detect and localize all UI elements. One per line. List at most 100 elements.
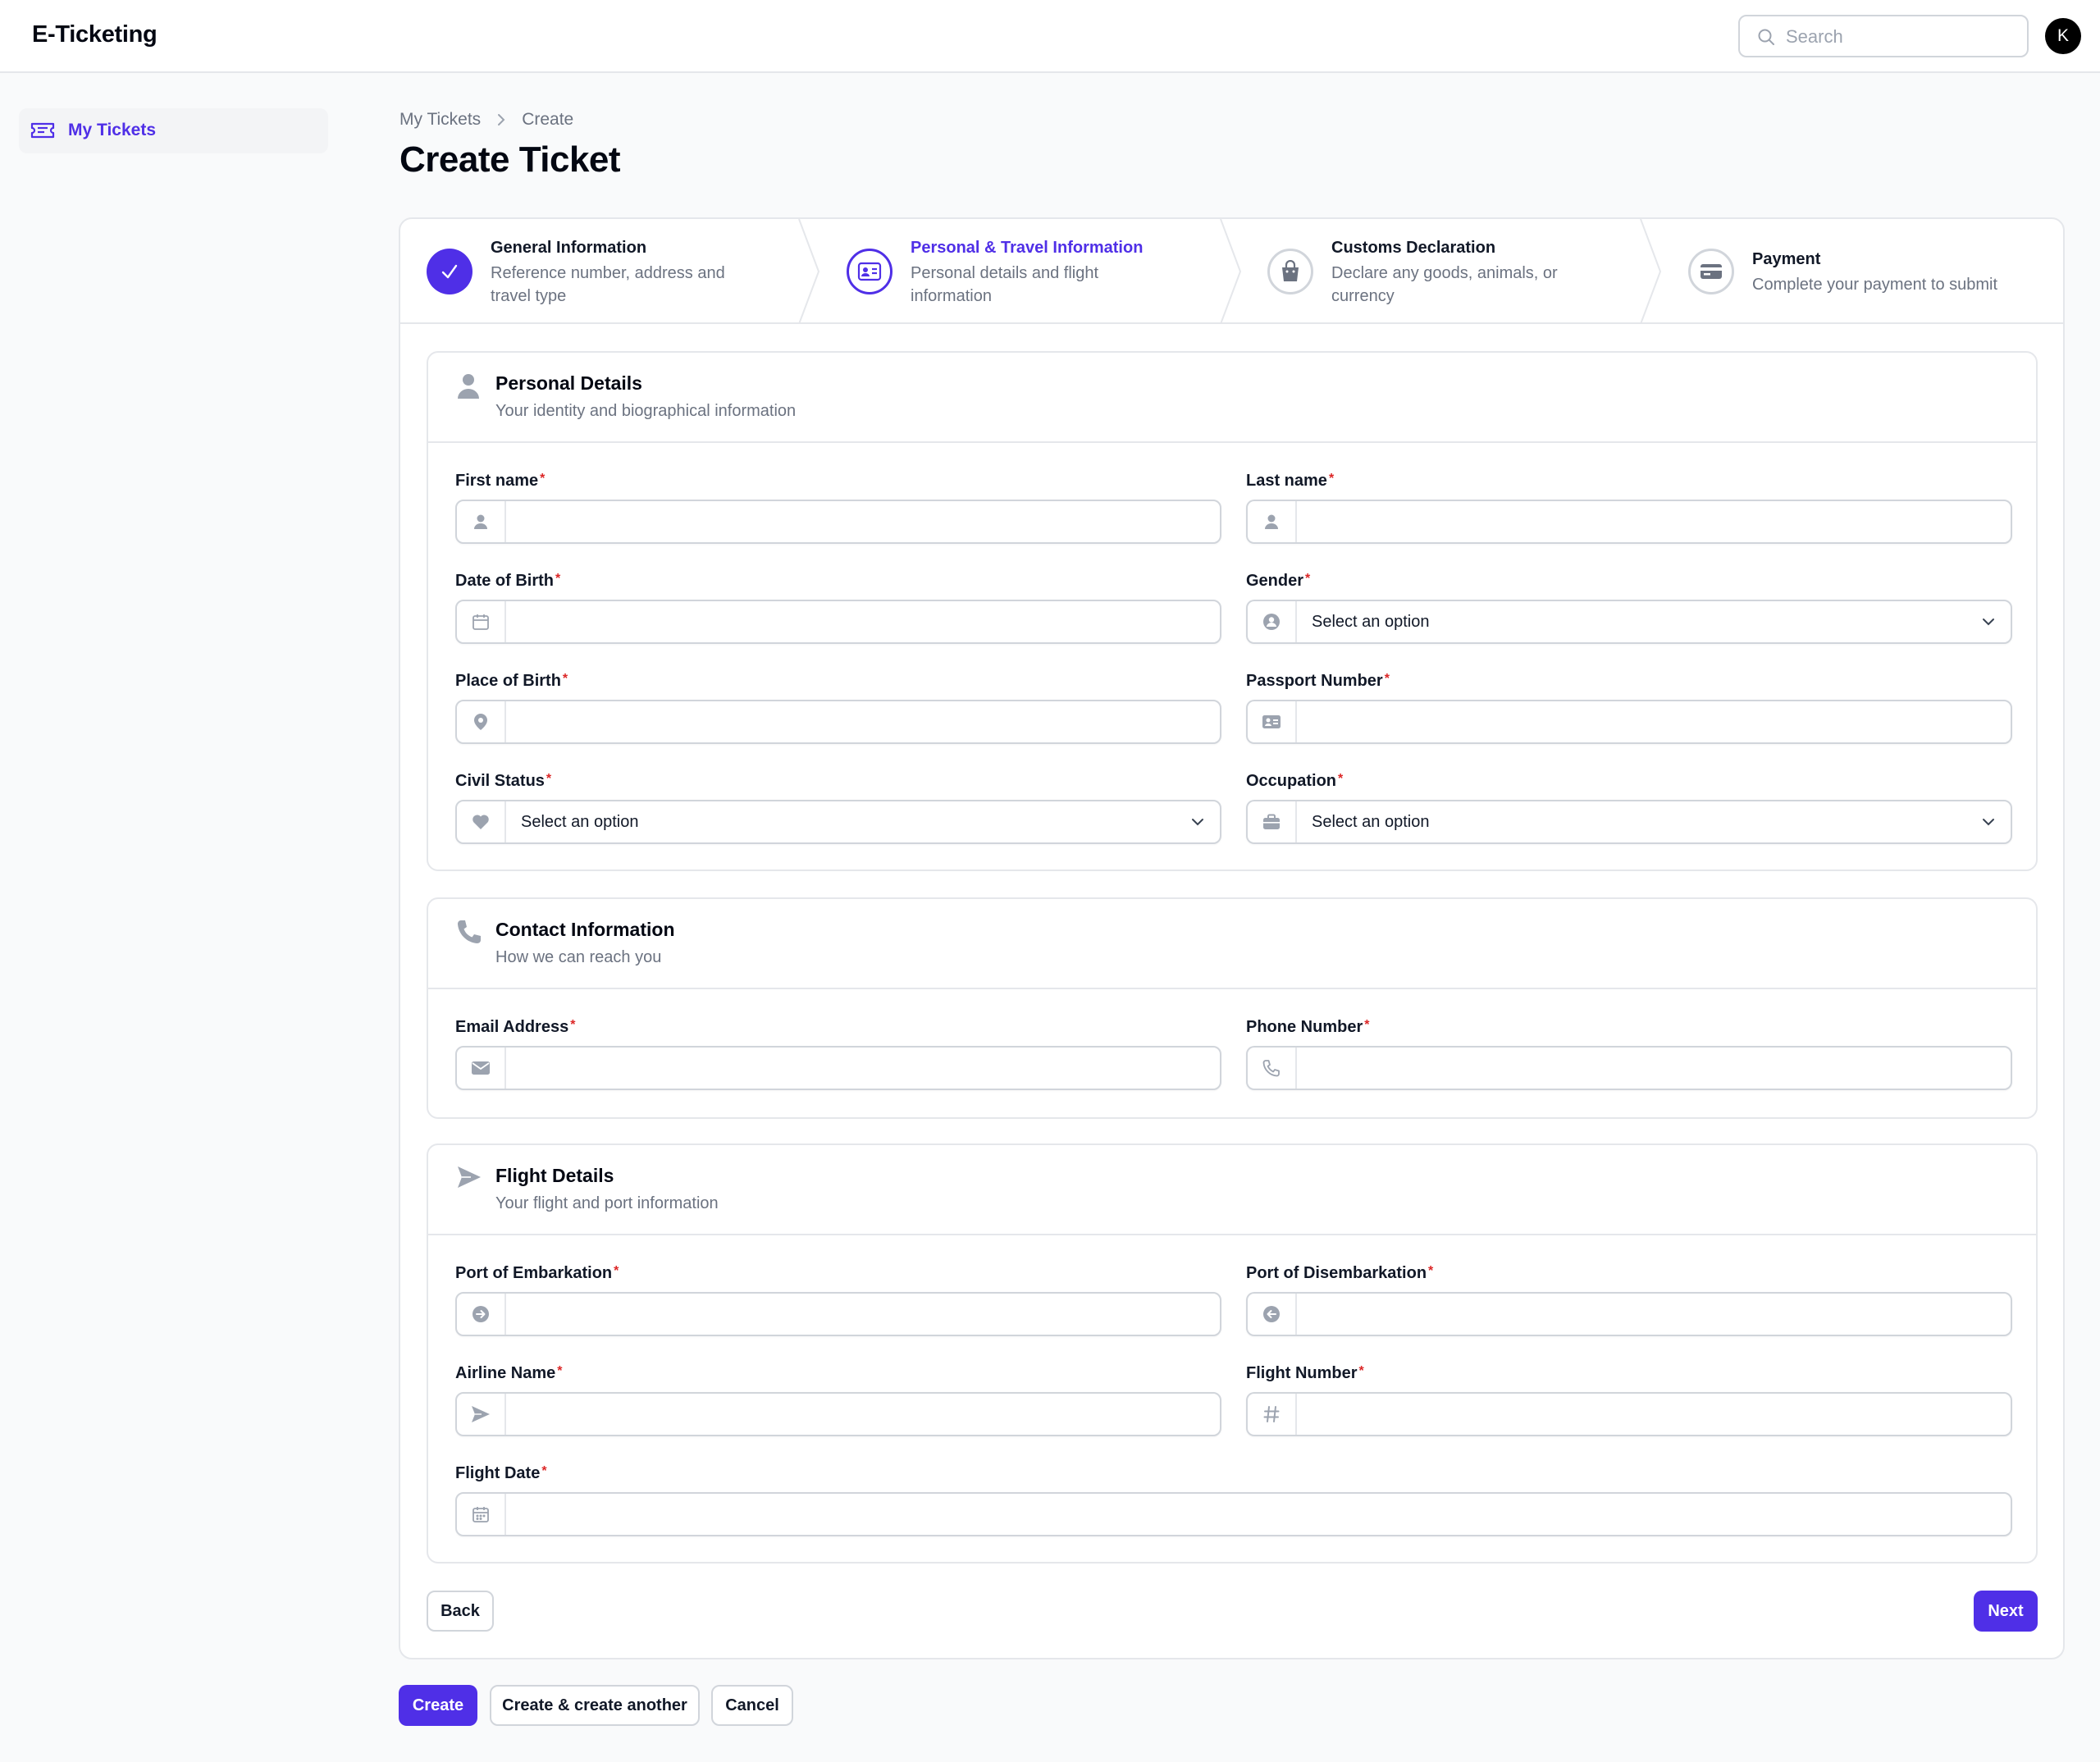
breadcrumb-my-tickets[interactable]: My Tickets bbox=[399, 110, 481, 130]
search-box[interactable] bbox=[1738, 15, 2029, 57]
step-description: Declare any goods, animals, or currency bbox=[1331, 264, 1558, 305]
sidebar-item-my-tickets[interactable]: My Tickets bbox=[19, 108, 328, 153]
create-and-create-another-button[interactable]: Create & create another bbox=[490, 1685, 700, 1726]
place-of-birth-field: Place of Birth * bbox=[455, 672, 1221, 746]
section-subtitle: Your flight and port information bbox=[495, 1194, 719, 1212]
arrow-right-circle-icon bbox=[472, 1306, 489, 1322]
chevron-down-icon bbox=[1983, 619, 1994, 626]
breadcrumb-create: Create bbox=[522, 110, 574, 129]
user-avatar[interactable]: K bbox=[2045, 18, 2081, 54]
first-name-input[interactable] bbox=[455, 500, 1221, 544]
envelope-icon bbox=[472, 1061, 490, 1075]
step-customs-declaration[interactable]: Customs Declaration Declare any goods, a… bbox=[1241, 219, 1661, 324]
create-button[interactable]: Create bbox=[399, 1685, 477, 1726]
calendar-days-icon bbox=[472, 1507, 489, 1522]
personal-details-section: Personal Details Your identity and biogr… bbox=[427, 351, 2038, 871]
step-separator bbox=[1640, 219, 1662, 324]
arrow-left-circle-icon bbox=[1263, 1306, 1280, 1322]
step-general-information[interactable]: General Information Reference number, ad… bbox=[400, 219, 819, 324]
field-label: Gender * bbox=[1246, 572, 1311, 590]
civil-status-select[interactable]: Select an option bbox=[455, 800, 1221, 844]
step-title: Personal & Travel Information bbox=[911, 239, 1144, 257]
section-title: Contact Information bbox=[495, 919, 675, 940]
step-title: Payment bbox=[1752, 250, 1821, 268]
cancel-button[interactable]: Cancel bbox=[711, 1685, 793, 1726]
section-header: Personal Details Your identity and biogr… bbox=[428, 353, 2036, 443]
field-label: Civil Status * bbox=[455, 772, 552, 790]
airline-name-input[interactable] bbox=[455, 1392, 1221, 1436]
section-title: Personal Details bbox=[495, 372, 642, 394]
page-title: Create Ticket bbox=[399, 139, 621, 180]
ticket-wizard: General Information Reference number, ad… bbox=[399, 217, 2065, 1659]
last-name-input[interactable] bbox=[1246, 500, 2012, 544]
shopping-bag-icon bbox=[1282, 260, 1299, 281]
occupation-field: Occupation * Select an option bbox=[1246, 772, 2012, 846]
step-completed-indicator bbox=[427, 249, 472, 294]
step-current-indicator bbox=[847, 249, 892, 294]
step-description: Personal details and flight information bbox=[911, 264, 1099, 305]
field-label: Occupation * bbox=[1246, 772, 1344, 790]
field-label: First name * bbox=[455, 472, 546, 490]
id-card-icon bbox=[857, 262, 882, 281]
step-payment[interactable]: Payment Complete your payment to submit bbox=[1662, 219, 2063, 324]
chevron-down-icon bbox=[1192, 819, 1203, 826]
flight-details-section: Flight Details Your flight and port info… bbox=[427, 1143, 2038, 1563]
date-of-birth-input[interactable] bbox=[455, 600, 1221, 644]
last-name-field: Last name * bbox=[1246, 472, 2012, 545]
airline-name-field: Airline Name * bbox=[455, 1364, 1221, 1438]
search-input[interactable] bbox=[1786, 25, 2016, 49]
step-title: General Information bbox=[491, 239, 647, 257]
section-subtitle: How we can reach you bbox=[495, 948, 662, 966]
ticket-icon bbox=[30, 122, 55, 139]
chevron-down-icon bbox=[1983, 819, 1994, 826]
credit-card-icon bbox=[1701, 264, 1722, 279]
contact-information-section: Contact Information How we can reach you… bbox=[427, 897, 2038, 1119]
flight-date-input[interactable] bbox=[455, 1492, 2012, 1536]
select-value: Select an option bbox=[521, 813, 639, 831]
field-label: Flight Date * bbox=[455, 1464, 547, 1482]
user-icon bbox=[474, 514, 487, 529]
place-of-birth-input[interactable] bbox=[455, 700, 1221, 744]
search-icon bbox=[1758, 29, 1774, 45]
user-icon bbox=[1265, 514, 1278, 529]
step-upcoming-indicator bbox=[1688, 249, 1734, 294]
section-subtitle: Your identity and biographical informati… bbox=[495, 402, 797, 420]
back-button[interactable]: Back bbox=[427, 1591, 494, 1632]
field-label: Place of Birth * bbox=[455, 672, 568, 690]
port-of-embarkation-input[interactable] bbox=[455, 1292, 1221, 1336]
heart-icon bbox=[472, 815, 489, 829]
field-label: Date of Birth * bbox=[455, 572, 561, 590]
app-title: E-Ticketing bbox=[32, 21, 158, 48]
phone-number-field: Phone Number * bbox=[1246, 1018, 2012, 1092]
occupation-select[interactable]: Select an option bbox=[1246, 800, 2012, 844]
flight-number-input[interactable] bbox=[1246, 1392, 2012, 1436]
step-personal-travel-information[interactable]: Personal & Travel Information Personal d… bbox=[820, 219, 1240, 324]
breadcrumb: My Tickets Create bbox=[399, 110, 573, 130]
step-separator bbox=[1220, 219, 1242, 324]
gender-field: Gender * Select an option bbox=[1246, 572, 2012, 646]
phone-number-input[interactable] bbox=[1246, 1046, 2012, 1090]
select-value: Select an option bbox=[1312, 813, 1430, 831]
date-of-birth-field: Date of Birth * bbox=[455, 572, 1221, 646]
port-of-disembarkation-input[interactable] bbox=[1246, 1292, 2012, 1336]
field-label: Airline Name * bbox=[455, 1364, 563, 1382]
select-value: Select an option bbox=[1312, 613, 1430, 631]
phone-icon bbox=[458, 920, 481, 943]
step-description: Complete your payment to submit bbox=[1752, 276, 1998, 294]
field-label: Last name * bbox=[1246, 472, 1335, 490]
port-of-embarkation-field: Port of Embarkation * bbox=[455, 1264, 1221, 1338]
next-button[interactable]: Next bbox=[1974, 1591, 2038, 1632]
id-card-icon bbox=[1262, 715, 1281, 728]
field-label: Passport Number * bbox=[1246, 672, 1390, 690]
map-pin-icon bbox=[474, 714, 487, 730]
hashtag-icon bbox=[1263, 1406, 1280, 1422]
chevron-right-icon bbox=[498, 114, 505, 126]
user-circle-icon bbox=[1263, 614, 1280, 630]
passport-number-input[interactable] bbox=[1246, 700, 2012, 744]
section-header: Contact Information How we can reach you bbox=[428, 899, 2036, 989]
gender-select[interactable]: Select an option bbox=[1246, 600, 2012, 644]
step-upcoming-indicator bbox=[1267, 249, 1313, 294]
email-address-input[interactable] bbox=[455, 1046, 1221, 1090]
wizard-steps: General Information Reference number, ad… bbox=[400, 219, 2063, 324]
paper-plane-icon bbox=[458, 1166, 481, 1188]
